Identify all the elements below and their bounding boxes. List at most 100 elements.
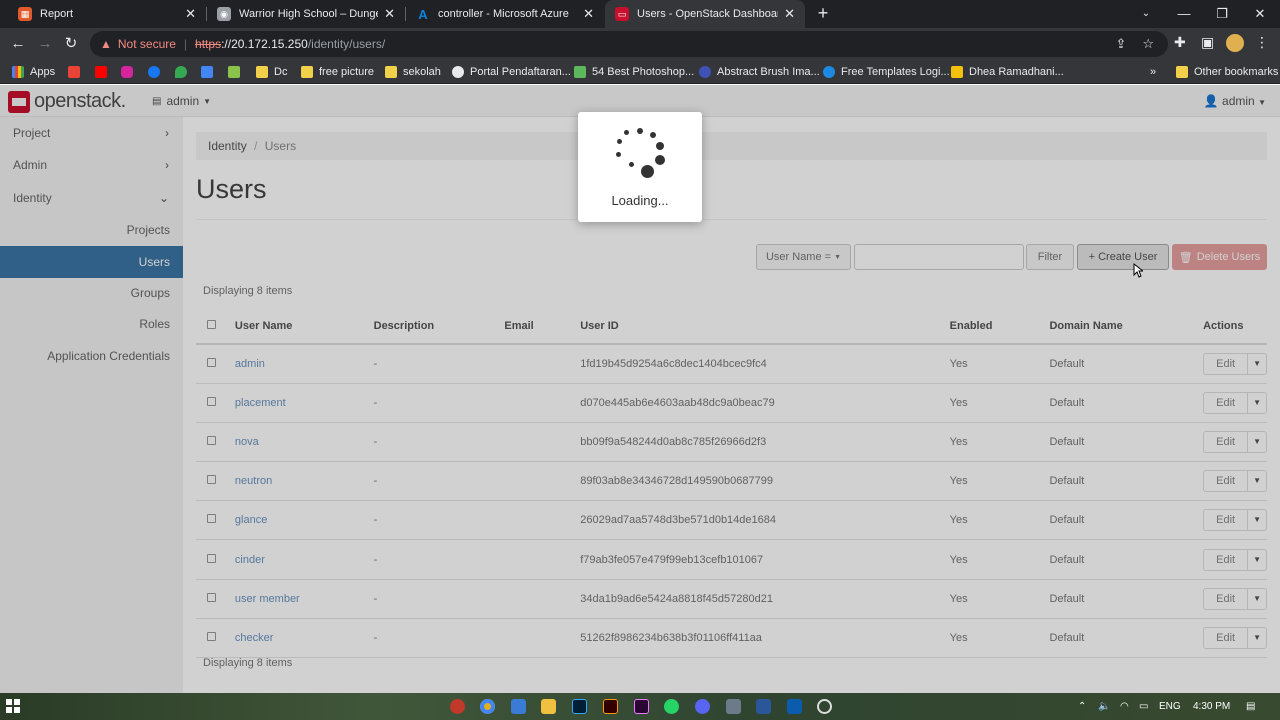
browser-tab[interactable]: ▦ Report ✕ [8, 0, 206, 28]
loading-dialog: Loading... [578, 112, 702, 222]
bookmark-label: Apps [30, 66, 56, 78]
apps-grid-icon [12, 66, 24, 78]
bookmark-folder[interactable]: free picture [301, 64, 374, 80]
browser-tab-active[interactable]: ▭ Users - OpenStack Dashboard ✕ [605, 0, 805, 28]
bookmark-translate[interactable] [201, 64, 219, 80]
tray-overflow-icon[interactable]: ⌃ [1078, 693, 1086, 720]
address-bar[interactable]: ▲ Not secure | https ://20.172.15.250 /i… [90, 31, 1168, 57]
app-icon[interactable] [726, 699, 741, 714]
spinner-dot [656, 142, 664, 150]
loading-text: Loading... [611, 193, 669, 208]
bookmark-link[interactable]: Dhea Ramadhani... [951, 64, 1064, 80]
windows-start-icon[interactable] [6, 699, 20, 713]
globe-icon [452, 66, 464, 78]
bookmark-label: 54 Best Photoshop... [592, 66, 695, 78]
app-icon[interactable] [450, 699, 465, 714]
mouse-cursor-icon [1133, 263, 1143, 278]
bookmark-youtube[interactable] [95, 64, 113, 80]
app-icon[interactable] [817, 699, 832, 714]
close-tab-icon[interactable]: ✕ [384, 6, 395, 22]
terminal-icon[interactable] [787, 699, 802, 714]
template-site-icon [823, 66, 835, 78]
photoshop-site-icon [574, 66, 586, 78]
premiere-icon[interactable] [634, 699, 649, 714]
photo-icon [228, 66, 240, 78]
bookmark-folder[interactable]: sekolah [385, 64, 441, 80]
close-tab-icon[interactable]: ✕ [784, 6, 795, 22]
discord-icon[interactable] [695, 699, 710, 714]
bookmark-instagram[interactable] [121, 64, 139, 80]
bookmark-gmail[interactable] [68, 64, 86, 80]
bookmark-label: free picture [319, 66, 375, 78]
volume-icon[interactable]: 🔈 [1098, 693, 1110, 720]
clock[interactable]: 4:30 PM [1193, 693, 1230, 720]
restore-icon[interactable]: ❐ [1203, 0, 1241, 28]
brush-site-icon [699, 66, 711, 78]
notifications-icon[interactable]: ▤ [1246, 693, 1255, 720]
azure-favicon-icon: A [418, 6, 428, 22]
side-panel-icon[interactable]: ▣ [1201, 34, 1214, 51]
mail-icon[interactable] [511, 699, 526, 714]
maps-icon [175, 66, 187, 78]
bookmark-label: Other bookmarks [1194, 66, 1279, 78]
bookmark-link[interactable]: Abstract Brush Ima... [699, 64, 820, 80]
tab-title: Warrior High School – Dungeon [239, 8, 378, 20]
folder-icon [1176, 66, 1188, 78]
close-tab-icon[interactable]: ✕ [185, 6, 196, 22]
spinner-dot [616, 152, 621, 157]
tab-title: Report [40, 8, 74, 20]
browser-tab[interactable]: A controller - Microsoft Azure ✕ [406, 0, 604, 28]
language-indicator[interactable]: ENG [1159, 693, 1181, 720]
instagram-icon [121, 66, 133, 78]
spinner-dot [629, 162, 634, 167]
whatsapp-icon[interactable] [664, 699, 679, 714]
openstack-favicon-icon: ▭ [615, 7, 629, 21]
minimize-icon[interactable]: — [1165, 0, 1203, 28]
browser-toolbar: ← → ↻ ▲ Not secure | https ://20.172.15.… [0, 28, 1280, 60]
url-path: /identity/users/ [307, 37, 386, 51]
other-bookmarks[interactable]: Other bookmarks [1176, 64, 1278, 80]
chrome-icon[interactable] [480, 699, 495, 714]
bookmark-facebook[interactable] [148, 64, 166, 80]
bookmark-link[interactable]: Portal Pendaftaran... [452, 64, 571, 80]
tab-search-icon[interactable]: ⌄ [1127, 0, 1165, 28]
translate-icon [201, 66, 213, 78]
battery-icon[interactable]: ▭ [1139, 693, 1148, 720]
illustrator-icon[interactable] [603, 699, 618, 714]
warning-icon: ▲ [100, 37, 112, 51]
photoshop-icon[interactable] [572, 699, 587, 714]
bookmark-link[interactable]: 54 Best Photoshop... [574, 64, 694, 80]
folder-icon [256, 66, 268, 78]
spinner-dot [617, 139, 622, 144]
tab-title: Users - OpenStack Dashboard [637, 8, 779, 20]
url-host: ://20.172.15.250 [221, 37, 308, 51]
facebook-icon [148, 66, 160, 78]
tab-title: controller - Microsoft Azure [438, 8, 569, 20]
share-icon[interactable]: ⇪ [1115, 36, 1126, 52]
word-icon[interactable] [756, 699, 771, 714]
bookmark-link[interactable]: Free Templates Logi... [823, 64, 950, 80]
wifi-icon[interactable]: ◠ [1120, 693, 1129, 720]
menu-icon[interactable]: ⋮ [1255, 34, 1269, 51]
extensions-icon[interactable]: ✚ [1174, 34, 1186, 51]
bookmark-folder[interactable]: Dc [256, 64, 287, 80]
bookmark-label: Dhea Ramadhani... [969, 66, 1064, 78]
bookmark-apps[interactable]: Apps [12, 64, 55, 80]
bookmark-photo[interactable] [228, 64, 246, 80]
back-icon[interactable]: ← [8, 34, 28, 54]
browser-tab[interactable]: ◉ Warrior High School – Dungeon ✕ [207, 0, 405, 28]
security-label: Not secure [117, 37, 176, 51]
close-tab-icon[interactable]: ✕ [583, 6, 594, 22]
forward-icon[interactable]: → [35, 34, 55, 54]
omnibox-actions: ⇪ ☆ [1115, 36, 1154, 52]
new-tab-icon[interactable]: + [814, 3, 832, 23]
bookmark-star-icon[interactable]: ☆ [1142, 36, 1154, 52]
spinner-dot [655, 155, 665, 165]
more-bookmarks-button[interactable]: » [1150, 64, 1156, 80]
file-explorer-icon[interactable] [541, 699, 556, 714]
reload-icon[interactable]: ↻ [61, 34, 81, 54]
window-close-icon[interactable]: ✕ [1241, 0, 1279, 28]
bookmark-maps[interactable] [175, 64, 193, 80]
bookmark-label: Free Templates Logi... [841, 66, 950, 78]
profile-avatar[interactable] [1226, 34, 1244, 52]
